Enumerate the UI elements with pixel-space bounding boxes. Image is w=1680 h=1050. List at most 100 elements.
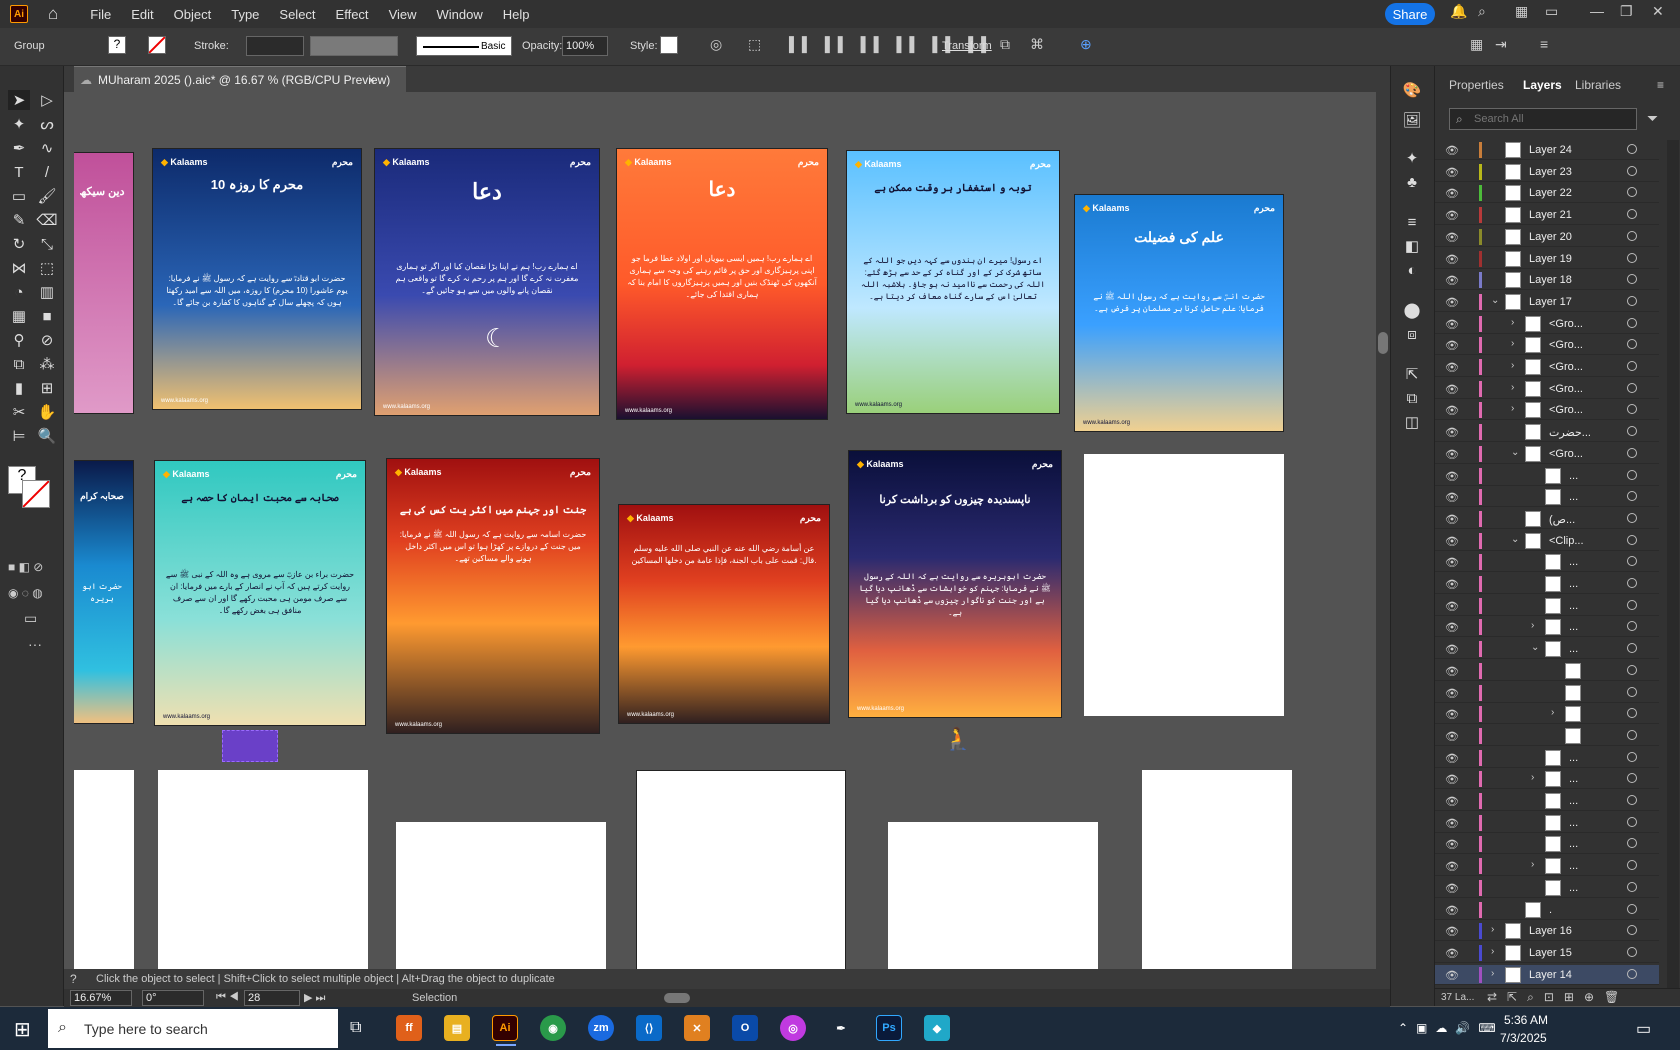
quick-actions-icon[interactable]: ⊕ [1080,36,1092,53]
selected-graphic[interactable] [222,730,278,762]
expand-chevron-icon[interactable]: ⌄ [1491,295,1499,306]
symbols-icon[interactable]: ♣ [1401,172,1423,192]
zoom-tool-icon[interactable]: 🔍 [36,426,58,446]
horizontal-scroll-thumb[interactable] [664,993,690,1003]
artboard-card-4[interactable]: Kalaams محرم دعا اے ہمارے رب! ہمیں ایسی … [616,148,828,420]
artboard-card-3[interactable]: Kalaams محرم دعا اے ہمارے رب! ہم نے اپنا… [374,148,600,416]
search-icon[interactable]: ⌕ [1478,3,1486,20]
slice-tool-icon[interactable]: ✂ [8,402,30,422]
target-circle-icon[interactable] [1627,512,1637,523]
arrange-icon[interactable]: ▦ [1515,3,1528,20]
visibility-eye-icon[interactable]: 👁 [1445,947,1459,960]
menu-item-type[interactable]: Type [221,7,269,22]
menu-item-view[interactable]: View [379,7,427,22]
layer-row[interactable]: 👁 › <Gro... [1435,314,1659,334]
visibility-eye-icon[interactable]: 👁 [1445,969,1459,982]
mesh-tool-icon[interactable]: ▦ [8,306,30,326]
gradient-panel-icon[interactable]: ◧ [1401,236,1423,256]
close-window-icon[interactable]: ✕ [1652,3,1664,20]
illustrator-icon[interactable]: Ai [492,1015,518,1046]
type-tool-icon[interactable]: T [8,162,30,182]
visibility-eye-icon[interactable]: 👁 [1445,144,1459,157]
visibility-eye-icon[interactable]: 👁 [1445,253,1459,266]
artboard-nav-next[interactable]: ▶ ⏭ [304,991,325,1005]
layer-row[interactable]: 👁 Layer 21 [1435,205,1659,226]
visibility-eye-icon[interactable]: 👁 [1445,730,1459,743]
pen-tool-icon[interactable]: ✒ [8,138,30,158]
workspace-icon[interactable]: ▭ [1545,3,1558,20]
target-circle-icon[interactable] [1627,165,1637,176]
menu-item-file[interactable]: File [80,7,121,22]
filter-icon[interactable]: ⏷ [1647,110,1658,127]
stroke-weight-field[interactable] [246,36,304,56]
visibility-eye-icon[interactable]: 👁 [1445,882,1459,895]
tab-layers[interactable]: Layers [1523,78,1562,92]
eyedropper-icon[interactable]: ⚲ [8,330,30,350]
visibility-eye-icon[interactable]: 👁 [1445,556,1459,569]
stroke-panel-icon[interactable]: ≡ [1401,212,1423,232]
target-circle-icon[interactable] [1627,751,1637,762]
visibility-eye-icon[interactable]: 👁 [1445,687,1459,700]
visibility-eye-icon[interactable]: 👁 [1445,513,1459,526]
target-circle-icon[interactable] [1627,295,1637,306]
brush-definition[interactable]: Basic [416,36,512,56]
free-transform-icon[interactable]: ⬚ [36,258,58,278]
target-circle-icon[interactable] [1627,209,1637,220]
color-panel-icon[interactable]: 🎨 [1401,80,1423,100]
empty-artboard[interactable] [396,822,606,969]
visibility-eye-icon[interactable]: 👁 [1445,231,1459,244]
pen-app-icon[interactable]: ✒ [828,1015,854,1041]
symbol-sprayer-icon[interactable]: ⁂ [36,354,58,374]
graphic-style-swatch[interactable] [660,36,678,54]
hand-tool-icon[interactable]: ✋ [36,402,58,422]
share-button[interactable]: Share [1385,3,1435,25]
curvature-tool-icon[interactable]: ∿ [36,138,58,158]
system-tray-icons[interactable]: ⌃▣☁🔊⌨ [1398,1021,1504,1035]
layer-row[interactable]: 👁 [1435,726,1659,746]
visibility-eye-icon[interactable]: 👁 [1445,426,1459,439]
isolate-icon[interactable]: ⧉ [1000,36,1010,53]
document-tab[interactable]: ☁ MUharam 2025 ().aic* @ 16.67 % (RGB/CP… [74,66,406,92]
layer-row[interactable]: 👁 ›... [1435,769,1659,790]
scale-tool-icon[interactable]: ⤡ [36,234,58,254]
expand-chevron-icon[interactable]: › [1491,968,1494,979]
outlook-icon[interactable]: O [732,1015,758,1041]
visibility-eye-icon[interactable]: 👁 [1445,318,1459,331]
menu-item-object[interactable]: Object [164,7,222,22]
empty-artboard[interactable] [1084,454,1284,716]
expand-chevron-icon[interactable]: ⌄ [1511,534,1519,545]
creative-cloud-icon[interactable]: ◎ [780,1015,806,1041]
target-circle-icon[interactable] [1627,339,1637,350]
layer-footer-actions[interactable]: ⇄⇱⌕⊡⊞⊕🗑 [1487,990,1629,1005]
transparency-icon[interactable]: ◐ [1401,260,1423,280]
windows-start-icon[interactable]: ⊞ [14,1017,31,1042]
expand-chevron-icon[interactable]: › [1511,382,1514,393]
rotate-tool-icon[interactable]: ↻ [8,234,30,254]
image-panel-icon[interactable]: 🖼 [1401,110,1423,130]
photoshop-icon[interactable]: Ps [876,1015,902,1041]
layer-row[interactable]: 👁... [1435,466,1659,486]
target-circle-icon[interactable] [1627,361,1637,371]
target-circle-icon[interactable] [1627,925,1637,936]
minimize-icon[interactable]: — [1590,3,1604,19]
praying-figure-graphic[interactable]: 🧎 [944,726,971,752]
file-explorer-icon[interactable]: ▤ [444,1015,470,1041]
artboard-tool-icon[interactable]: ⊞ [36,378,58,398]
target-circle-icon[interactable] [1627,274,1637,285]
shape-builder-icon[interactable]: ◔ [8,282,30,302]
selection-tool-icon[interactable]: ➤ [8,90,30,110]
taskbar-search[interactable]: ⌕ Type here to search [48,1009,338,1048]
appearance-icon[interactable]: ⬤ [1401,300,1423,320]
layer-row[interactable]: 👁 › <Gro... [1435,335,1659,356]
layer-row[interactable]: 👁 › <Gro... [1435,400,1659,421]
notifications-icon[interactable]: ▭ [1636,1019,1651,1039]
panel-toggle-icon[interactable]: ⇥ [1495,36,1507,53]
app-icon[interactable]: ◆ [924,1015,950,1041]
home-icon[interactable]: ⌂ [48,4,58,24]
layer-row[interactable]: 👁 Layer 18 [1435,270,1659,291]
close-tab-icon[interactable]: × [368,73,375,87]
arrange-docs-icon[interactable]: ▦ [1470,36,1483,53]
artboard-card-1[interactable]: دین سیکھ [74,152,134,414]
target-circle-icon[interactable] [1627,187,1637,198]
zoom-field[interactable]: 16.67% [70,990,132,1006]
